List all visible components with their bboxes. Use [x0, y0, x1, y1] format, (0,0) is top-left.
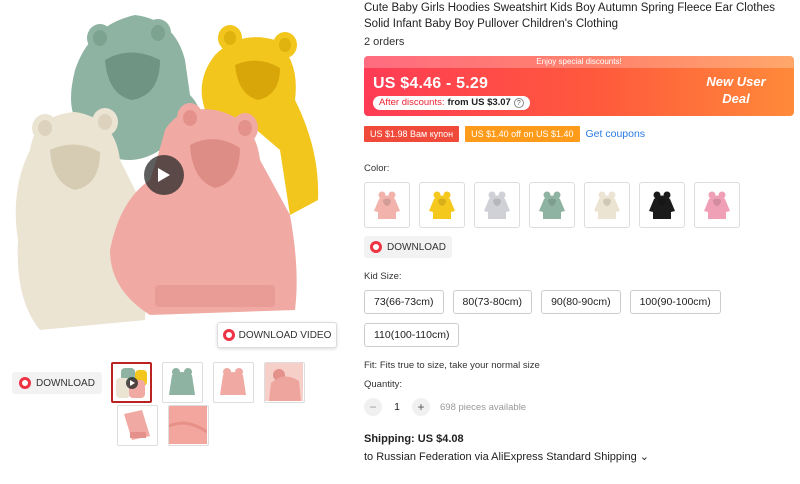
after-discount-pill[interactable]: After discounts: from US $3.07 ? [373, 96, 530, 110]
new-user-deal-badge: New User Deal [696, 73, 776, 107]
after-discount-prefix: After discounts: [379, 97, 445, 108]
thumbnail-image [169, 368, 195, 395]
product-info: Cute Baby Girls Hoodies Sweatshirt Kids … [364, 0, 794, 463]
hoodie-thumbnail-icon [484, 191, 510, 219]
download-video-button[interactable]: DOWNLOAD VIDEO [217, 322, 337, 348]
size-option-100[interactable]: 100(90-100cm) [629, 290, 721, 314]
thumbnail-4[interactable] [264, 362, 305, 403]
quantity-value[interactable]: 1 [392, 401, 402, 413]
color-swatch-2[interactable] [419, 182, 465, 228]
thumbnail-image [124, 410, 150, 440]
color-swatch-1[interactable] [364, 182, 410, 228]
hoodie-thumbnail-icon [704, 191, 730, 219]
quantity-decrease-button[interactable]: − [364, 398, 382, 416]
product-title: Cute Baby Girls Hoodies Sweatshirt Kids … [364, 2, 775, 30]
hoodie-thumbnail-icon [594, 191, 620, 219]
download-icon [19, 377, 32, 389]
color-swatches [364, 182, 794, 228]
hoodie-thumbnail-icon [539, 191, 565, 219]
thumbnail-image [265, 363, 303, 401]
gallery-download-button[interactable]: DOWNLOAD [12, 372, 102, 394]
new-user-line2: Deal [722, 91, 750, 106]
thumbnail-image [169, 406, 208, 444]
get-coupons-link[interactable]: Get coupons [586, 128, 646, 140]
shipping-cost: Shipping: US $4.08 [364, 433, 464, 445]
color-download-label: DOWNLOAD [387, 241, 446, 253]
thumbnail-2[interactable] [162, 362, 203, 403]
thumbnail-5[interactable] [117, 405, 158, 446]
size-options: 73(66-73cm) 80(73-80cm) 90(80-90cm) 100(… [364, 290, 794, 347]
quantity-label: Quantity: [364, 379, 403, 390]
price-banner: Enjoy special discounts! US $4.46 - 5.29… [364, 56, 794, 116]
shipping-destination[interactable]: to Russian Federation via AliExpress Sta… [364, 450, 794, 463]
thumbnail-3[interactable] [213, 362, 254, 403]
gallery-download-label: DOWNLOAD [36, 377, 95, 389]
thumbnail-6[interactable] [168, 405, 209, 446]
coupons-row: US $1.98 Вам купон US $1.40 off on US $1… [364, 126, 794, 142]
coupon-badge-1[interactable]: US $1.98 Вам купон [364, 126, 460, 142]
orders-count: 2 orders [364, 36, 405, 48]
color-swatch-6[interactable] [639, 182, 685, 228]
quantity-increase-button[interactable]: + [412, 398, 430, 416]
thumbnail-image [116, 368, 147, 398]
size-option-110[interactable]: 110(100-110cm) [364, 323, 460, 347]
coupon-badge-2[interactable]: US $1.40 off on US $1.40 [465, 126, 580, 142]
hoodie-thumbnail-icon [649, 191, 675, 219]
size-option-90[interactable]: 90(80-90cm) [541, 290, 621, 314]
size-label: Kid Size: [364, 271, 402, 282]
new-user-line1: New User [706, 74, 766, 89]
color-swatch-7[interactable] [694, 182, 740, 228]
thumbnail-1[interactable] [111, 362, 152, 403]
quantity-stepper: − 1 + 698 pieces available [364, 398, 794, 416]
question-icon[interactable]: ? [513, 98, 524, 108]
download-icon [370, 241, 383, 253]
download-video-label: DOWNLOAD VIDEO [238, 329, 332, 341]
color-swatch-5[interactable] [584, 182, 630, 228]
hoodie-thumbnail-icon [429, 191, 455, 219]
pieces-available: 698 pieces available [440, 401, 527, 413]
main-product-image[interactable]: DOWNLOAD VIDEO [0, 0, 350, 355]
play-icon [158, 168, 170, 182]
fit-note: Fit: Fits true to size, take your normal… [364, 360, 540, 371]
color-label: Color: [364, 163, 390, 174]
size-option-73[interactable]: 73(66-73cm) [364, 290, 444, 314]
banner-top-text: Enjoy special discounts! [364, 56, 794, 68]
play-video-button[interactable] [144, 155, 184, 195]
download-icon [222, 329, 235, 341]
after-discount-value: from US $3.07 [447, 97, 511, 108]
color-swatch-3[interactable] [474, 182, 520, 228]
thumbnail-image [220, 368, 246, 395]
price-range: US $4.46 - 5.29 [373, 75, 489, 92]
color-download-button[interactable]: DOWNLOAD [364, 236, 452, 258]
size-option-80[interactable]: 80(73-80cm) [452, 290, 533, 314]
hoodie-thumbnail-icon [374, 191, 400, 219]
color-swatch-4[interactable] [529, 182, 575, 228]
